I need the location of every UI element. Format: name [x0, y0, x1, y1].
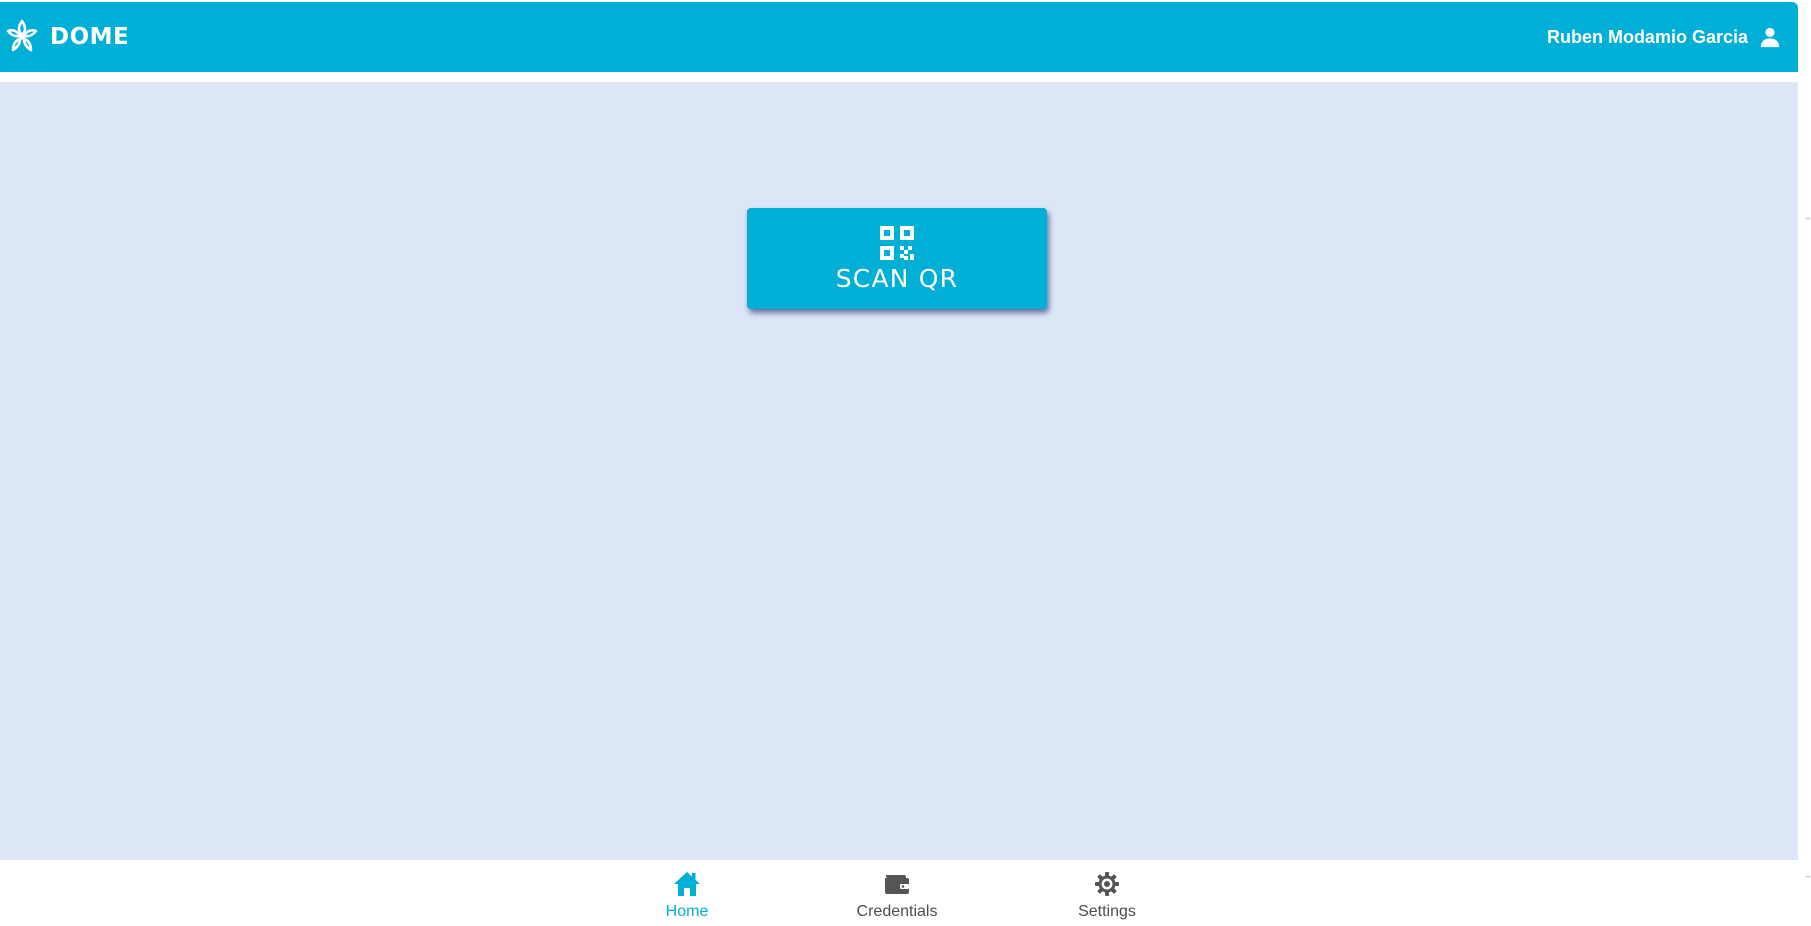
person-icon [1758, 25, 1782, 49]
edge-tick [1806, 876, 1810, 877]
wallet-icon [883, 870, 911, 898]
user-menu[interactable]: Ruben Modamio Garcia [1547, 25, 1782, 49]
nav-item-credentials[interactable]: Credentials [817, 870, 977, 922]
top-app-bar: DOME Ruben Modamio Garcia [0, 2, 1798, 72]
edge-tick [1806, 218, 1810, 219]
brand[interactable]: DOME [2, 17, 129, 57]
nav-item-settings[interactable]: Settings [1027, 870, 1187, 922]
gear-icon [1093, 870, 1121, 898]
home-icon [673, 870, 701, 898]
bottom-navigation: Home Credentials Settings [0, 860, 1798, 926]
user-name: Ruben Modamio Garcia [1546, 26, 1748, 47]
header-divider [0, 72, 1798, 82]
scan-qr-button[interactable]: SCAN QR [747, 208, 1047, 309]
dome-logo-icon [2, 17, 42, 57]
qr-code-icon [880, 226, 914, 260]
brand-name: DOME [50, 24, 130, 50]
nav-label-settings: Settings [1078, 903, 1136, 920]
window-edge [1798, 0, 1811, 926]
app-window: DOME Ruben Modamio Garcia SCAN QR Home C… [0, 0, 1798, 926]
scan-qr-label: SCAN QR [835, 264, 959, 293]
main-content: SCAN QR [0, 82, 1798, 860]
nav-label-credentials: Credentials [856, 903, 938, 920]
nav-item-home[interactable]: Home [607, 870, 767, 922]
nav-label-home: Home [665, 903, 709, 920]
